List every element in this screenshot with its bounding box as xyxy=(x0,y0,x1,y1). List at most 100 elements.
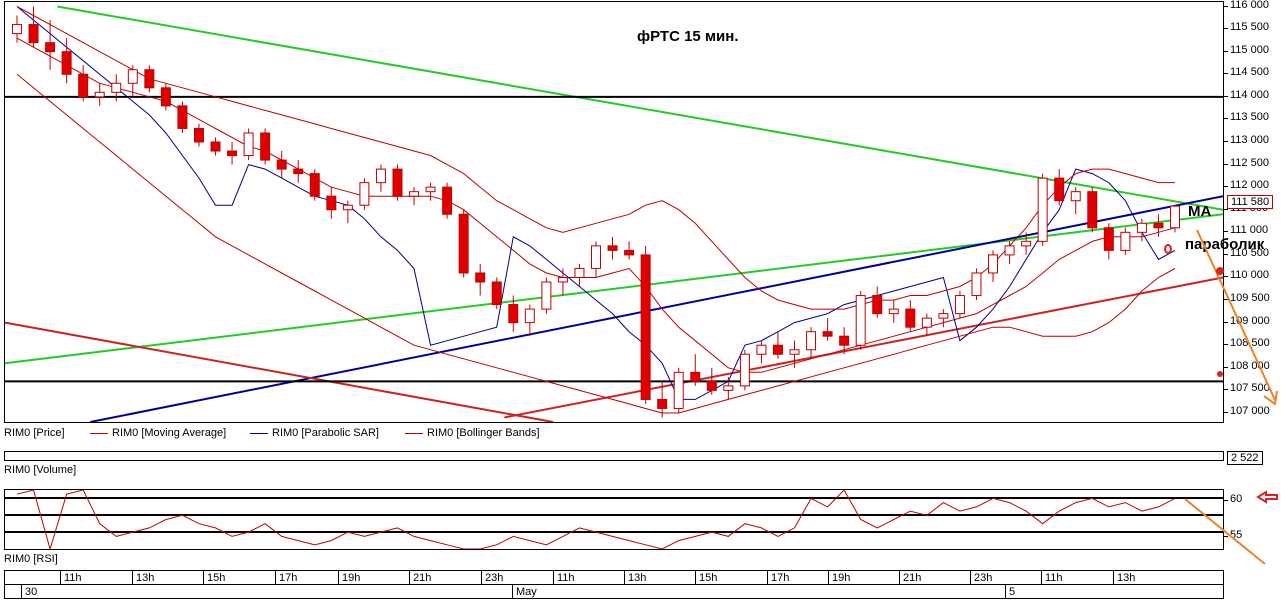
candle-body xyxy=(541,281,552,310)
time-axis-divider xyxy=(60,571,61,584)
price-tickmark xyxy=(1224,411,1228,413)
price-tickmark xyxy=(1224,366,1228,368)
candle-body xyxy=(326,195,337,211)
price-tick-label: 107 500 xyxy=(1230,382,1270,395)
candle-body xyxy=(938,313,949,319)
candle-body xyxy=(243,132,254,157)
candle-body xyxy=(1054,177,1065,202)
candle-body xyxy=(293,168,304,175)
time-axis-divider xyxy=(203,571,204,584)
legend-item-sar: RIM0 [Parabolic SAR] xyxy=(250,427,379,439)
price-tickmark xyxy=(1224,28,1228,30)
candle-body xyxy=(574,267,585,278)
candle-body xyxy=(1070,191,1081,202)
legend-label: RIM0 [Bollinger Bands] xyxy=(427,427,540,439)
candle-body xyxy=(111,82,122,93)
time-axis-hour-label: 21h xyxy=(413,572,432,584)
price-tickmark xyxy=(1224,389,1228,391)
time-axis-divider xyxy=(1041,571,1042,584)
price-tick-label: 111 000 xyxy=(1230,224,1269,237)
candle-body xyxy=(61,51,72,75)
price-tickmark xyxy=(1224,163,1228,165)
price-tick-label: 113 500 xyxy=(1230,111,1269,124)
time-axis-divider xyxy=(828,571,829,584)
price-pane[interactable]: фРТС 15 мин. xyxy=(4,1,1224,423)
rsi-pane[interactable] xyxy=(4,489,1224,550)
time-axis-divider xyxy=(409,571,410,584)
candle-body xyxy=(359,182,370,206)
time-axis-divider xyxy=(512,585,513,598)
candle-body xyxy=(409,191,420,197)
price-tick-label: 107 000 xyxy=(1230,404,1270,417)
price-tickmark xyxy=(1224,5,1228,7)
price-tick-label: 110 000 xyxy=(1230,269,1269,282)
time-axis-hours: 11h 13h 15h 17h 19h 21h 23h 11h 13h 15h 17h 19h 21h 2… xyxy=(4,570,1224,585)
candle-body xyxy=(855,295,866,346)
time-axis-divider xyxy=(695,571,696,584)
chart-title: фРТС 15 мин. xyxy=(637,28,739,45)
time-axis-hour-label: 15h xyxy=(699,572,718,584)
price-tick-label: 109 000 xyxy=(1230,314,1270,327)
time-axis-hour-label: 21h xyxy=(903,572,922,584)
candle-body xyxy=(475,272,486,283)
candle-body xyxy=(342,204,353,211)
rsi-tickmark xyxy=(1224,536,1228,537)
time-axis-divider xyxy=(624,571,625,584)
time-axis-hour-label: 23h xyxy=(974,572,993,584)
last-price-label: 111 580 xyxy=(1227,195,1274,209)
candle-body xyxy=(1037,177,1048,242)
price-tickmark xyxy=(1224,231,1228,233)
rsi-tickmark xyxy=(1224,500,1228,501)
candle-body xyxy=(1170,205,1180,229)
time-axis-divider xyxy=(1113,571,1114,584)
candle-body xyxy=(1087,191,1098,229)
candle-body xyxy=(458,213,469,274)
price-tick-label: 112 500 xyxy=(1230,156,1269,169)
candle-body xyxy=(673,371,684,409)
volume-pane-label: RIM0 [Volume] xyxy=(4,464,77,476)
legend-item-bb: RIM0 [Bollinger Bands] xyxy=(405,427,540,439)
legend-label: RIM0 [Parabolic SAR] xyxy=(272,427,379,439)
time-axis-divider xyxy=(338,571,339,584)
candle-body xyxy=(524,308,535,324)
candle-body xyxy=(425,186,436,193)
price-axis: 116 000 115 500 115 000 114 500 114 000 113 5… xyxy=(1224,0,1281,423)
candle-body xyxy=(127,69,138,84)
candle-body xyxy=(1153,222,1164,229)
candle-body xyxy=(375,168,386,184)
price-tickmark xyxy=(1224,276,1228,278)
legend-label: RIM0 [Moving Average] xyxy=(112,427,227,439)
candle-body xyxy=(276,159,287,170)
candle-body xyxy=(806,331,817,351)
price-tick-label: 112 000 xyxy=(1230,179,1269,192)
candle-body xyxy=(739,353,750,387)
price-tickmark xyxy=(1224,50,1228,52)
last-volume-label: 2 522 xyxy=(1227,451,1263,465)
candle-body xyxy=(557,276,568,283)
price-tick-label: 114 000 xyxy=(1230,88,1269,101)
time-axis-divider xyxy=(132,571,133,584)
legend-swatch xyxy=(405,432,423,434)
annotation-ma: MA xyxy=(1188,203,1212,220)
candle-body xyxy=(227,150,238,157)
candle-body xyxy=(1004,245,1015,256)
legend-swatch xyxy=(250,432,268,434)
candle-body xyxy=(260,132,271,161)
time-axis-hour-label: 13h xyxy=(136,572,155,584)
candle-body xyxy=(607,245,618,251)
time-axis-hour-label: 13h xyxy=(1117,572,1136,584)
time-axis-hour-label: 19h xyxy=(342,572,361,584)
candle-body xyxy=(78,73,89,98)
annotation-parabolic: параболик xyxy=(1185,236,1265,253)
candle-body xyxy=(988,254,999,274)
price-tickmark xyxy=(1224,73,1228,75)
price-tick-label: 115 500 xyxy=(1230,21,1269,34)
rsi-tick-60: 60 xyxy=(1230,493,1243,505)
volume-pane[interactable] xyxy=(4,451,1224,461)
time-axis-dates: 30 May 5 xyxy=(4,584,1224,599)
price-tickmark xyxy=(1224,299,1228,301)
candle-body xyxy=(706,380,717,391)
price-chart xyxy=(5,5,1223,422)
candle-body xyxy=(872,295,883,315)
time-axis-hour-label: 13h xyxy=(628,572,647,584)
